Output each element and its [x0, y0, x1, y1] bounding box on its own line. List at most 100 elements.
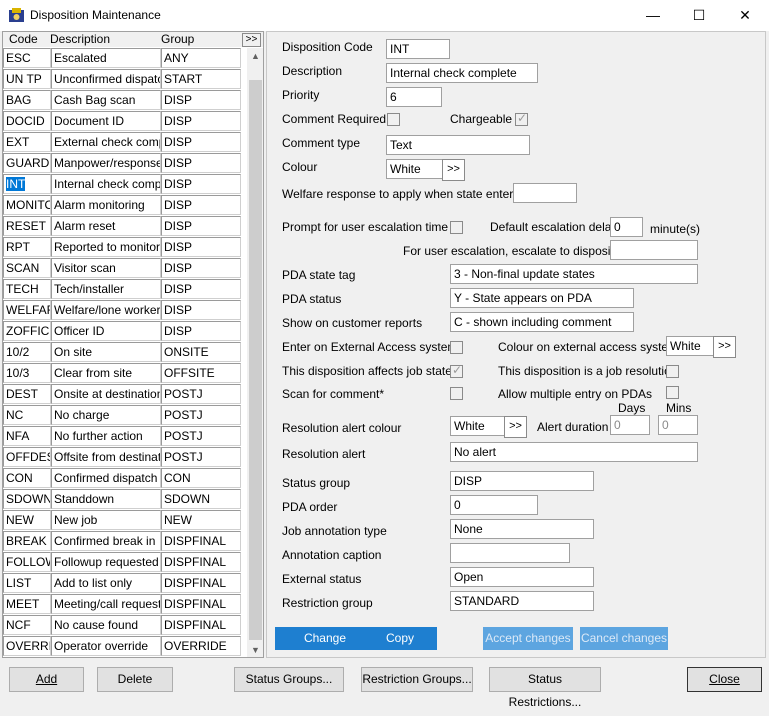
cell-code[interactable]: GUARD — [3, 153, 51, 173]
external-access-checkbox[interactable] — [450, 341, 463, 354]
cell-description[interactable]: External check complete — [51, 132, 161, 152]
cell-description[interactable]: Standdown — [51, 489, 161, 509]
more-columns-button[interactable]: >> — [242, 33, 261, 47]
cell-code[interactable]: SCAN — [3, 258, 51, 278]
affects-job-state-checkbox[interactable] — [450, 363, 463, 378]
annotation-caption-field[interactable] — [450, 543, 570, 563]
multiple-entry-checkbox[interactable] — [666, 386, 679, 399]
cell-description[interactable]: On site — [51, 342, 161, 362]
cell-group[interactable]: DISPFINAL — [161, 615, 241, 635]
table-row[interactable]: LIST Add to list only DISPFINAL — [3, 573, 243, 594]
cell-code[interactable]: RPT — [3, 237, 51, 257]
cell-code[interactable]: ESC — [3, 48, 51, 68]
default-delay-field[interactable]: 0 — [610, 217, 643, 237]
table-row[interactable]: EXT External check complete DISP — [3, 132, 243, 153]
cell-group[interactable]: DISP — [161, 216, 241, 236]
table-row[interactable]: NCF No cause found DISPFINAL — [3, 615, 243, 636]
cell-description[interactable]: Escalated — [51, 48, 161, 68]
grid-scrollbar[interactable]: ▲ ▼ — [247, 48, 263, 657]
column-header-description[interactable]: Description — [50, 32, 110, 46]
cell-code[interactable]: OVERRIDE — [3, 636, 51, 656]
cell-group[interactable]: POSTJ — [161, 447, 241, 467]
table-row[interactable]: OVERRIDEOperator overrideOVERRIDE — [3, 636, 243, 657]
comment-type-field[interactable]: Text — [386, 135, 530, 155]
cell-group[interactable]: CON — [161, 468, 241, 488]
cell-code[interactable]: DEST — [3, 384, 51, 404]
cell-description[interactable]: Offsite from destination — [51, 447, 161, 467]
description-field[interactable]: Internal check complete — [386, 63, 538, 83]
cell-code[interactable]: BREAK — [3, 531, 51, 551]
alert-duration-days-field[interactable]: 0 — [610, 415, 650, 435]
scroll-thumb[interactable] — [249, 80, 262, 640]
pda-order-field[interactable]: 0 — [450, 495, 538, 515]
cell-code[interactable]: RESET — [3, 216, 51, 236]
cell-description[interactable]: Unconfirmed dispatch — [51, 69, 161, 89]
cell-description[interactable]: Operator override — [51, 636, 161, 656]
cell-code[interactable]: 10/3 — [3, 363, 51, 383]
cell-description[interactable]: Internal check complete — [51, 174, 161, 194]
cell-description[interactable]: Cash Bag scan — [51, 90, 161, 110]
cell-group[interactable]: DISP — [161, 132, 241, 152]
table-row[interactable]: RESET Alarm reset DISP — [3, 216, 243, 237]
close-button[interactable]: Close — [687, 667, 762, 692]
cell-description[interactable]: Manpower/response — [51, 153, 161, 173]
cell-code[interactable]: MEET — [3, 594, 51, 614]
accept-changes-button[interactable]: Accept changes — [483, 627, 573, 650]
table-row[interactable]: OFFDEST Offsite from destinationPOSTJ — [3, 447, 243, 468]
cell-code[interactable]: DOCID — [3, 111, 51, 131]
comment-required-checkbox[interactable] — [387, 113, 400, 126]
cell-group[interactable]: POSTJ — [161, 405, 241, 425]
table-row[interactable]: BAG Cash Bag scan DISP — [3, 90, 243, 111]
escalate-to-field[interactable] — [610, 240, 698, 260]
table-row[interactable]: ESC Escalated ANY — [3, 48, 243, 69]
cell-description[interactable]: Onsite at destination — [51, 384, 161, 404]
colour-picker-button[interactable]: >> — [442, 159, 465, 181]
cell-description[interactable]: Reported to monitoring — [51, 237, 161, 257]
table-row[interactable]: MONITOR Alarm monitoring DISP — [3, 195, 243, 216]
cell-group[interactable]: DISP — [161, 237, 241, 257]
table-row[interactable]: UN TP Unconfirmed dispatch START — [3, 69, 243, 90]
pda-state-tag-field[interactable]: 3 - Non-final update states — [450, 264, 698, 284]
table-row[interactable]: INT Internal check completeDISP — [3, 174, 243, 195]
cell-group[interactable]: DISP — [161, 90, 241, 110]
table-row[interactable]: NFA No further action POSTJ — [3, 426, 243, 447]
status-group-field[interactable]: DISP — [450, 471, 594, 491]
restriction-groups-button[interactable]: Restriction Groups... — [361, 667, 473, 692]
cell-description[interactable]: Visitor scan — [51, 258, 161, 278]
restriction-group-field[interactable]: STANDARD — [450, 591, 594, 611]
table-row[interactable]: SDOWN Standdown SDOWN — [3, 489, 243, 510]
cell-group[interactable]: OFFSITE — [161, 363, 241, 383]
cell-code[interactable]: EXT — [3, 132, 51, 152]
resolution-alert-colour-picker-button[interactable]: >> — [504, 416, 527, 438]
cell-description[interactable]: Alarm reset — [51, 216, 161, 236]
cell-code[interactable]: UN TP — [3, 69, 51, 89]
cell-description[interactable]: Add to list only — [51, 573, 161, 593]
cell-description[interactable]: Clear from site — [51, 363, 161, 383]
scroll-down-icon[interactable]: ▼ — [247, 642, 263, 657]
table-row[interactable]: SCAN Visitor scan DISP — [3, 258, 243, 279]
cell-group[interactable]: POSTJ — [161, 384, 241, 404]
scroll-up-icon[interactable]: ▲ — [247, 48, 263, 64]
cell-code[interactable]: SDOWN — [3, 489, 51, 509]
colour-external-picker-button[interactable]: >> — [713, 336, 736, 358]
job-resolution-checkbox[interactable] — [666, 365, 679, 378]
status-groups-button[interactable]: Status Groups... — [234, 667, 344, 692]
column-header-group[interactable]: Group — [161, 32, 194, 46]
cell-description[interactable]: Alarm monitoring — [51, 195, 161, 215]
table-row[interactable]: RPT Reported to monitoringDISP — [3, 237, 243, 258]
copy-button[interactable]: Copy — [363, 627, 437, 650]
cell-code[interactable]: CON — [3, 468, 51, 488]
cell-group[interactable]: SDOWN — [161, 489, 241, 509]
status-restrictions-button[interactable]: Status Restrictions... — [489, 667, 601, 709]
cell-code[interactable]: WELFARE — [3, 300, 51, 320]
priority-field[interactable]: 6 — [386, 87, 442, 107]
cell-description[interactable]: Document ID — [51, 111, 161, 131]
cell-code[interactable]: 10/2 — [3, 342, 51, 362]
cell-code[interactable]: NCF — [3, 615, 51, 635]
table-row[interactable]: 10/2 On site ONSITE — [3, 342, 243, 363]
cell-group[interactable]: OVERRIDE — [161, 636, 241, 656]
cell-description[interactable]: Confirmed dispatch — [51, 468, 161, 488]
cell-description[interactable]: Tech/installer — [51, 279, 161, 299]
cell-group[interactable]: DISP — [161, 258, 241, 278]
cell-description[interactable]: Confirmed break in — [51, 531, 161, 551]
